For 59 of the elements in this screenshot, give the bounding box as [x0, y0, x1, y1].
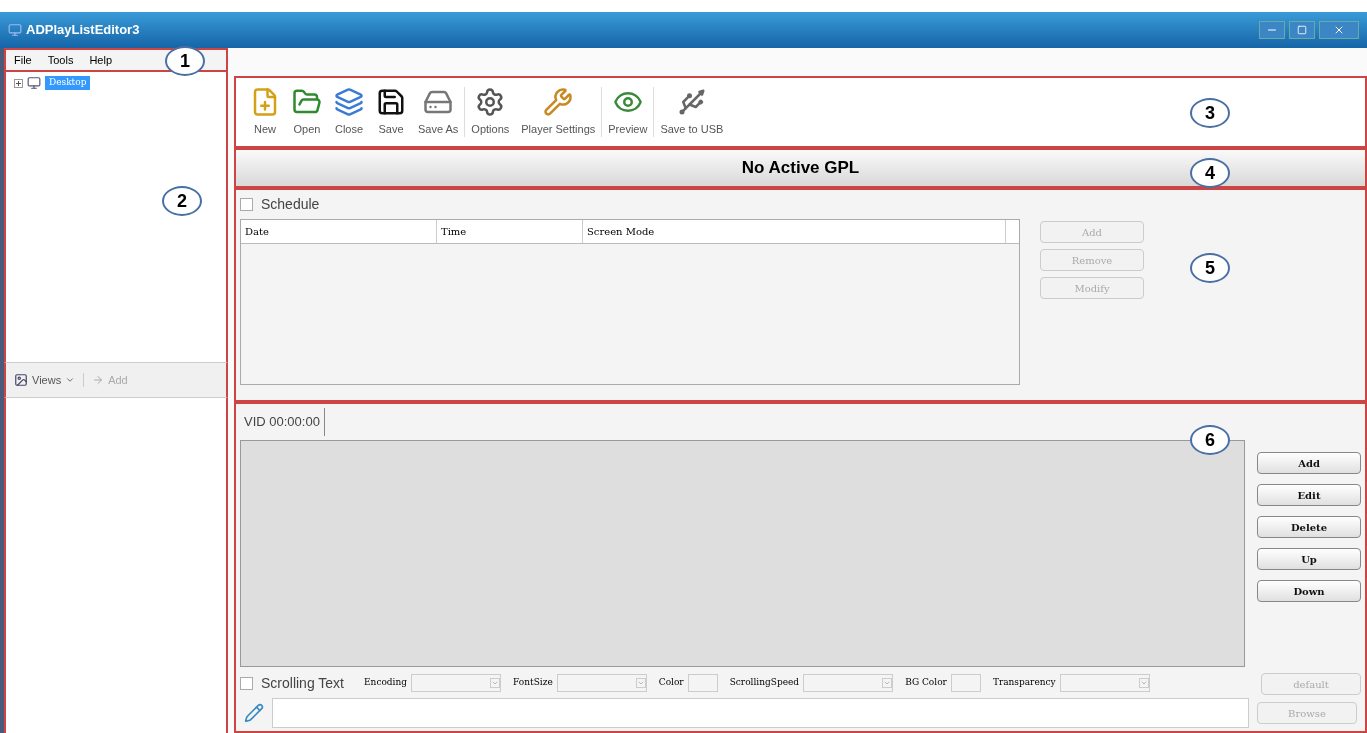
caret-icon	[882, 678, 893, 688]
views-button[interactable]: Views	[14, 371, 76, 389]
action-button[interactable]: Add	[1257, 452, 1361, 474]
field-label: ScrollingSpeed	[729, 676, 800, 690]
menu-item[interactable]: Help	[89, 51, 113, 69]
dropdown[interactable]	[803, 674, 894, 692]
toolbar-button[interactable]: Save As	[416, 86, 461, 138]
toolbar-button[interactable]: New	[248, 86, 282, 138]
caret-icon	[65, 375, 76, 385]
expand-icon[interactable]	[14, 78, 23, 88]
field-label: Transparency	[992, 676, 1056, 690]
minimize-button[interactable]	[1259, 21, 1285, 39]
column-header[interactable]: Date	[241, 220, 437, 243]
gear-icon	[475, 86, 506, 117]
column-header[interactable]: Time	[437, 220, 583, 243]
menu-item[interactable]: Tools	[47, 51, 74, 69]
dropdown[interactable]	[1059, 674, 1150, 692]
toolbar-button[interactable]: Options	[469, 86, 512, 138]
dropdown[interactable]	[556, 674, 647, 692]
schedule-label: Schedule	[261, 195, 320, 214]
maximize-button[interactable]	[1289, 21, 1315, 39]
toolbar-button[interactable]: Close	[332, 86, 366, 138]
image-icon	[14, 373, 28, 387]
color-swatch[interactable]	[950, 674, 981, 692]
layers-icon	[334, 86, 364, 117]
close-icon	[1333, 24, 1345, 36]
color-swatch[interactable]	[687, 674, 718, 692]
toolbar-button[interactable]: Player Settings	[519, 86, 598, 138]
wrench-icon	[543, 86, 574, 117]
video-tab[interactable]: VID 00:00:00	[240, 408, 325, 436]
checkbox[interactable]	[240, 676, 253, 690]
app-icon	[8, 23, 22, 37]
action-button[interactable]: Delete	[1257, 516, 1361, 538]
text-input[interactable]	[272, 698, 1249, 728]
caret-icon	[490, 678, 501, 688]
scrolling-text-label: Scrolling Text	[261, 673, 344, 693]
toolbar-button[interactable]: Save	[374, 86, 408, 138]
action-button[interactable]: Up	[1257, 548, 1361, 570]
action-button[interactable]: Edit	[1257, 484, 1361, 506]
column-header[interactable]: Screen Mode	[583, 220, 1006, 243]
caret-icon	[1138, 678, 1149, 688]
close-button[interactable]	[1319, 21, 1359, 39]
menu-item[interactable]: File	[14, 51, 32, 69]
field-label: BG Color	[905, 676, 947, 690]
field-label: Color	[658, 676, 684, 690]
arrow-icon	[92, 374, 105, 386]
caret-icon	[635, 678, 646, 688]
checkbox[interactable]	[240, 198, 253, 211]
field-label: Encoding	[364, 676, 408, 690]
window-title: ADPlayListEditor3	[26, 21, 140, 40]
pencil-icon	[244, 703, 264, 723]
toolbar-button[interactable]: Preview	[606, 86, 650, 138]
field-label: FontSize	[513, 676, 553, 690]
toolbar-button[interactable]: Open	[290, 86, 324, 138]
toolbar-button[interactable]: Save to USB	[658, 86, 726, 138]
maximize-icon	[1297, 25, 1307, 35]
dropdown[interactable]	[411, 674, 502, 692]
desktop-icon	[27, 76, 41, 90]
action-button[interactable]: Down	[1257, 580, 1361, 602]
